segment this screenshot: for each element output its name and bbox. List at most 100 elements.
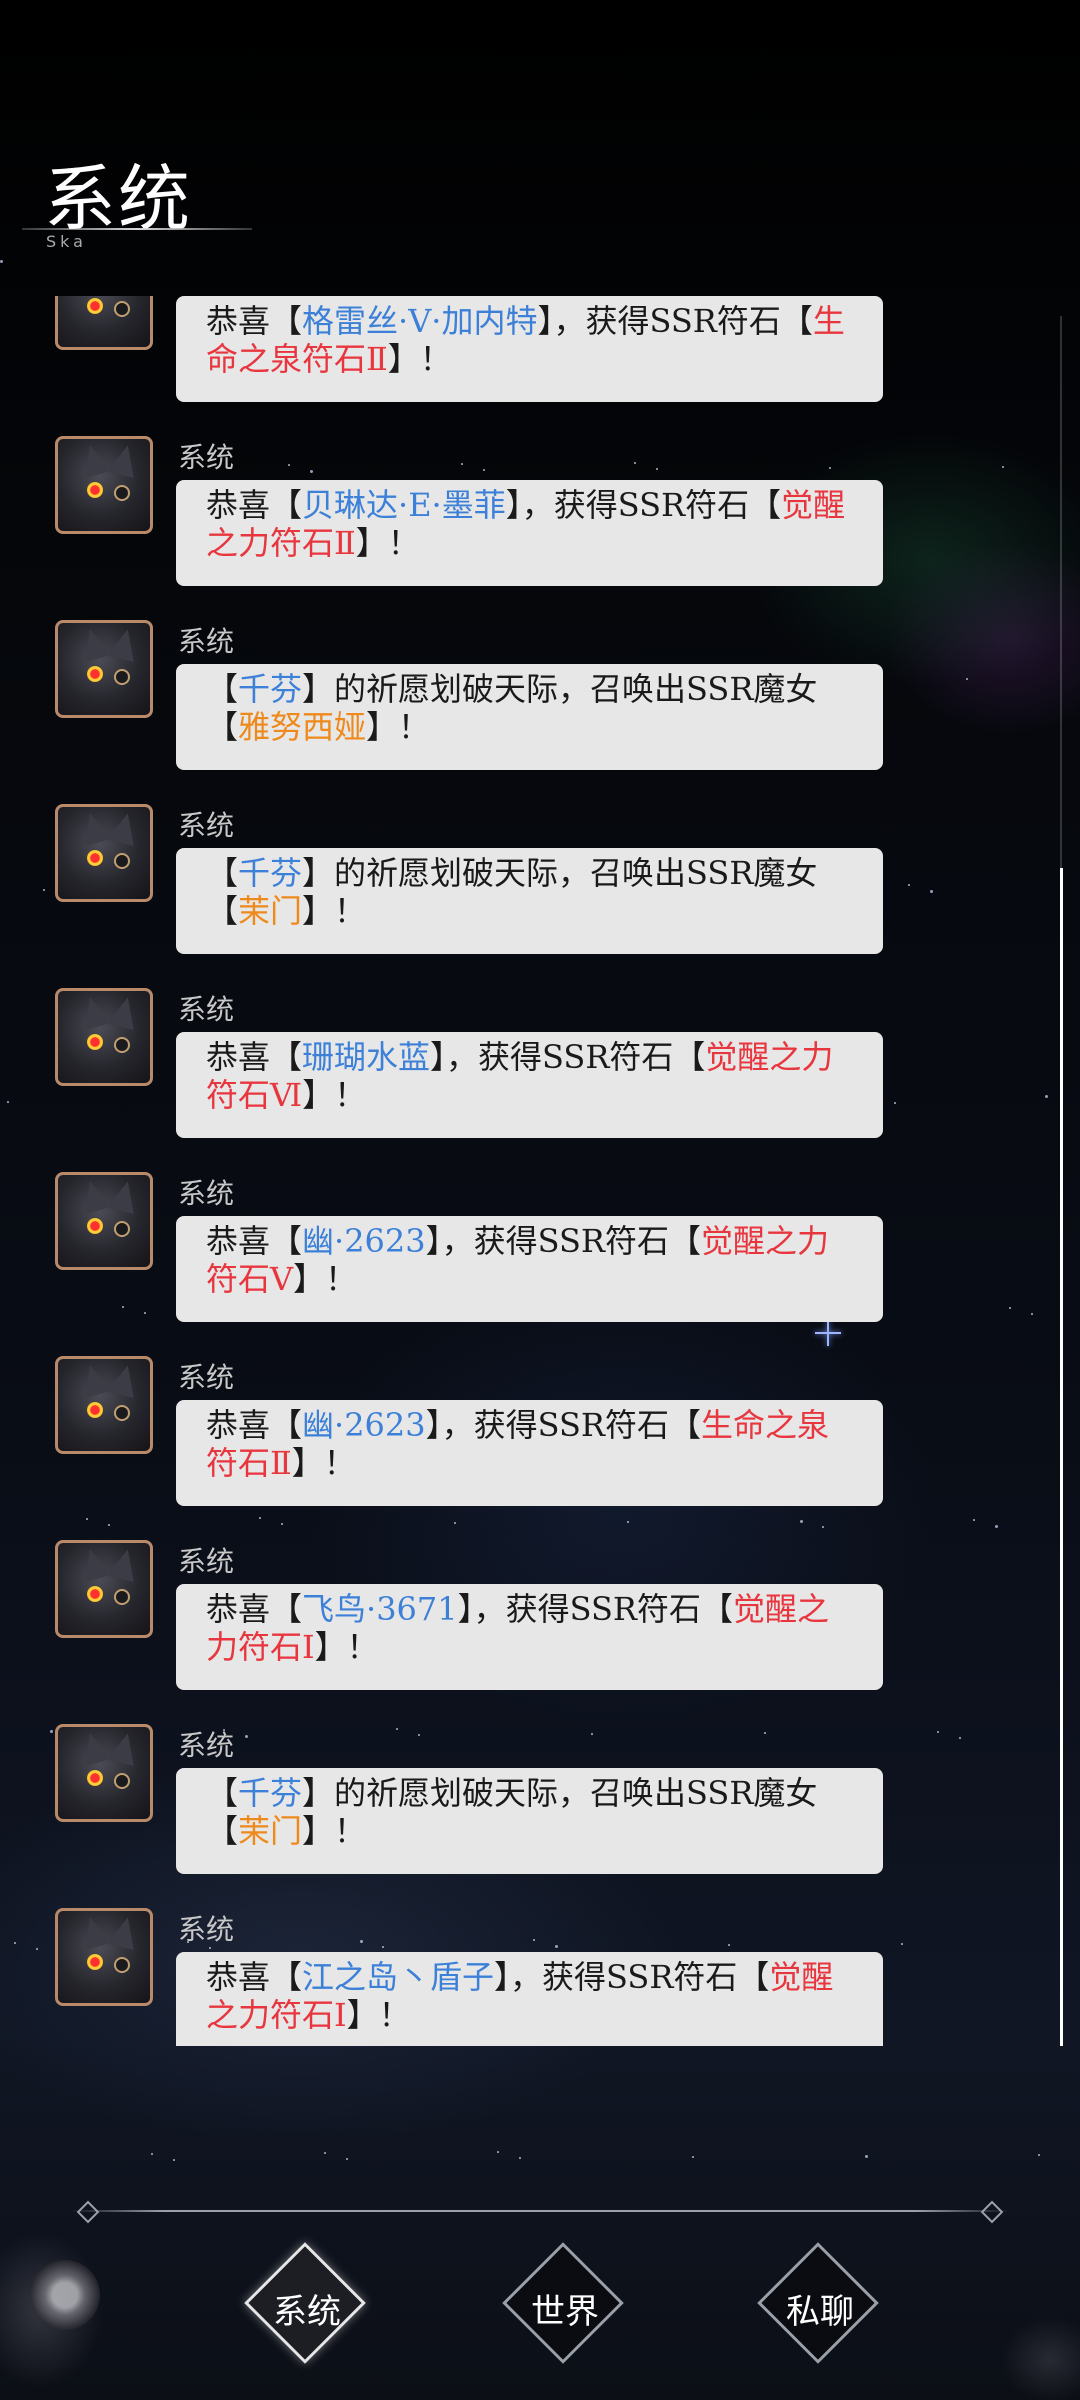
message-bubble: 恭喜【幽·2623】，获得SSR符石【生命之泉符石Ⅱ】！	[176, 1400, 883, 1506]
message-text: 恭喜【	[206, 302, 303, 340]
avatar[interactable]	[55, 1540, 153, 1638]
message-bubble: 恭喜【贝琳达·E·墨菲】，获得SSR符石【觉醒之力符石Ⅱ】！	[176, 480, 883, 586]
vine-decoration-right	[960, 2300, 1080, 2400]
message-text: 【	[206, 670, 239, 708]
witch-name: 雅努西娅	[238, 708, 367, 746]
avatar[interactable]	[55, 620, 153, 718]
star-decoration	[692, 2156, 694, 2158]
star-decoration	[519, 2157, 521, 2159]
message-text: 】！	[366, 708, 431, 746]
avatar[interactable]	[55, 804, 153, 902]
message-text: 恭喜【	[206, 1038, 303, 1076]
avatar[interactable]	[55, 1172, 153, 1270]
sender-name: 系统	[178, 1545, 235, 1578]
message-bubble: 恭喜【格雷丝·V·加内特】，获得SSR符石【生命之泉符石Ⅱ】！	[176, 296, 883, 402]
message-bubble: 恭喜【江之岛丶盾子】，获得SSR符石【觉醒之力符石Ⅰ】！	[176, 1952, 883, 2046]
message-item: 系统【千芬】的祈愿划破天际，召唤出SSR魔女【茉门】！	[0, 804, 1080, 988]
player-name[interactable]: 幽·2623	[302, 1406, 426, 1444]
message-text: 恭喜【	[206, 1590, 303, 1628]
message-text: 【	[206, 1774, 239, 1812]
player-name[interactable]: 飞鸟·3671	[302, 1590, 458, 1628]
sender-name: 系统	[178, 1729, 235, 1762]
avatar[interactable]	[55, 436, 153, 534]
message-bubble: 【千芬】的祈愿划破天际，召唤出SSR魔女【茉门】！	[176, 848, 883, 954]
page-subtitle: Ska	[46, 232, 87, 251]
player-name[interactable]: 千芬	[238, 670, 302, 708]
player-name[interactable]: 贝琳达·E·墨菲	[302, 486, 506, 524]
message-bubble: 【千芬】的祈愿划破天际，召唤出SSR魔女【雅努西娅】！	[176, 664, 883, 770]
tab-world[interactable]: 世界	[502, 2242, 624, 2364]
message-item: 系统恭喜【格雷丝·V·加内特】，获得SSR符石【生命之泉符石Ⅱ】！	[0, 296, 1080, 436]
message-item: 系统 恭喜【贝琳达·E·墨菲】，获得SSR符石【觉醒之力符石Ⅱ】！	[0, 436, 1080, 620]
title-underline	[22, 228, 252, 230]
message-item: 系统恭喜【飞鸟·3671】，获得SSR符石【觉醒之力符石Ⅰ】！	[0, 1540, 1080, 1724]
star-decoration	[324, 2152, 326, 2154]
message-text: 】，获得SSR符石【	[505, 486, 782, 524]
star-decoration	[497, 2151, 499, 2153]
tab-system[interactable]: 系统	[244, 2242, 366, 2364]
message-text: 】，获得SSR符石【	[430, 1038, 706, 1076]
message-text: 】！	[346, 1996, 411, 2034]
avatar[interactable]	[55, 988, 153, 1086]
message-item: 系统恭喜【幽·2623】，获得SSR符石【生命之泉符石Ⅱ】！	[0, 1356, 1080, 1540]
player-name[interactable]: 格雷丝·V·加内特	[302, 302, 537, 340]
message-text: 】！	[302, 892, 367, 930]
sender-name: 系统	[178, 1913, 235, 1946]
message-item: 系统【千芬】的祈愿划破天际，召唤出SSR魔女【茉门】！	[0, 1724, 1080, 1908]
witch-name: 茉门	[238, 1812, 303, 1850]
vine-decoration	[0, 2120, 200, 2400]
message-item: 系统恭喜【幽·2623】，获得SSR符石【觉醒之力符石Ⅴ】！	[0, 1172, 1080, 1356]
player-name[interactable]: 江之岛丶盾子	[302, 1958, 494, 1996]
message-text: 】，获得SSR符石【	[425, 1406, 702, 1444]
avatar[interactable]	[55, 296, 153, 350]
message-text: 】，获得SSR符石【	[537, 302, 813, 340]
sender-name: 系统	[178, 1177, 235, 1210]
message-text: 恭喜【	[206, 486, 303, 524]
player-name[interactable]: 千芬	[238, 854, 302, 892]
tab-private-chat[interactable]: 私聊	[757, 2242, 879, 2364]
scrollbar-thumb[interactable]	[1060, 868, 1063, 2046]
message-text: 】，获得SSR符石【	[425, 1222, 702, 1260]
sender-name: 系统	[178, 809, 235, 842]
star-decoration	[865, 2155, 868, 2158]
message-text: 】，获得SSR符石【	[457, 1590, 734, 1628]
message-text: 】！	[355, 524, 420, 562]
witch-name: 茉门	[238, 892, 303, 930]
message-text: 】，获得SSR符石【	[494, 1958, 770, 1996]
rose-icon	[30, 2260, 100, 2330]
avatar[interactable]	[55, 1724, 153, 1822]
message-item: 系统恭喜【江之岛丶盾子】，获得SSR符石【觉醒之力符石Ⅰ】！	[0, 1908, 1080, 2046]
tab-label: 系统	[273, 2292, 341, 2332]
message-text: 】！	[291, 1444, 356, 1482]
message-text: 恭喜【	[206, 1958, 303, 1996]
avatar[interactable]	[55, 1356, 153, 1454]
tab-label: 世界	[531, 2292, 599, 2332]
avatar[interactable]	[55, 1908, 153, 2006]
message-text: 【	[206, 854, 239, 892]
message-bubble: 【千芬】的祈愿划破天际，召唤出SSR魔女【茉门】！	[176, 1768, 883, 1874]
message-text: 】！	[387, 340, 452, 378]
tab-label: 私聊	[786, 2292, 854, 2332]
star-decoration	[0, 260, 3, 263]
message-bubble: 恭喜【飞鸟·3671】，获得SSR符石【觉醒之力符石Ⅰ】！	[176, 1584, 883, 1690]
player-name[interactable]: 珊瑚水蓝	[302, 1038, 430, 1076]
message-text: 恭喜【	[206, 1222, 303, 1260]
message-bubble: 恭喜【幽·2623】，获得SSR符石【觉醒之力符石Ⅴ】！	[176, 1216, 883, 1322]
player-name[interactable]: 幽·2623	[302, 1222, 426, 1260]
star-decoration	[346, 2158, 348, 2160]
tab-bar-divider	[70, 2210, 1010, 2212]
message-text: 】！	[302, 1812, 367, 1850]
sender-name: 系统	[178, 1361, 235, 1394]
message-text: 恭喜【	[206, 1406, 303, 1444]
message-item: 系统【千芬】的祈愿划破天际，召唤出SSR魔女【雅努西娅】！	[0, 620, 1080, 804]
message-item: 系统恭喜【珊瑚水蓝】，获得SSR符石【觉醒之力符石Ⅵ】！	[0, 988, 1080, 1172]
message-bubble: 恭喜【珊瑚水蓝】，获得SSR符石【觉醒之力符石Ⅵ】！	[176, 1032, 883, 1138]
player-name[interactable]: 千芬	[238, 1774, 302, 1812]
star-decoration	[1038, 2154, 1040, 2156]
sender-name: 系统	[178, 993, 235, 1026]
message-text: 】！	[293, 1260, 358, 1298]
sender-name: 系统	[178, 625, 235, 658]
message-text: 】！	[302, 1076, 367, 1114]
message-text: 】！	[314, 1628, 379, 1666]
message-list[interactable]: 系统恭喜【格雷丝·V·加内特】，获得SSR符石【生命之泉符石Ⅱ】！系统恭喜【贝琳…	[0, 296, 1080, 2046]
